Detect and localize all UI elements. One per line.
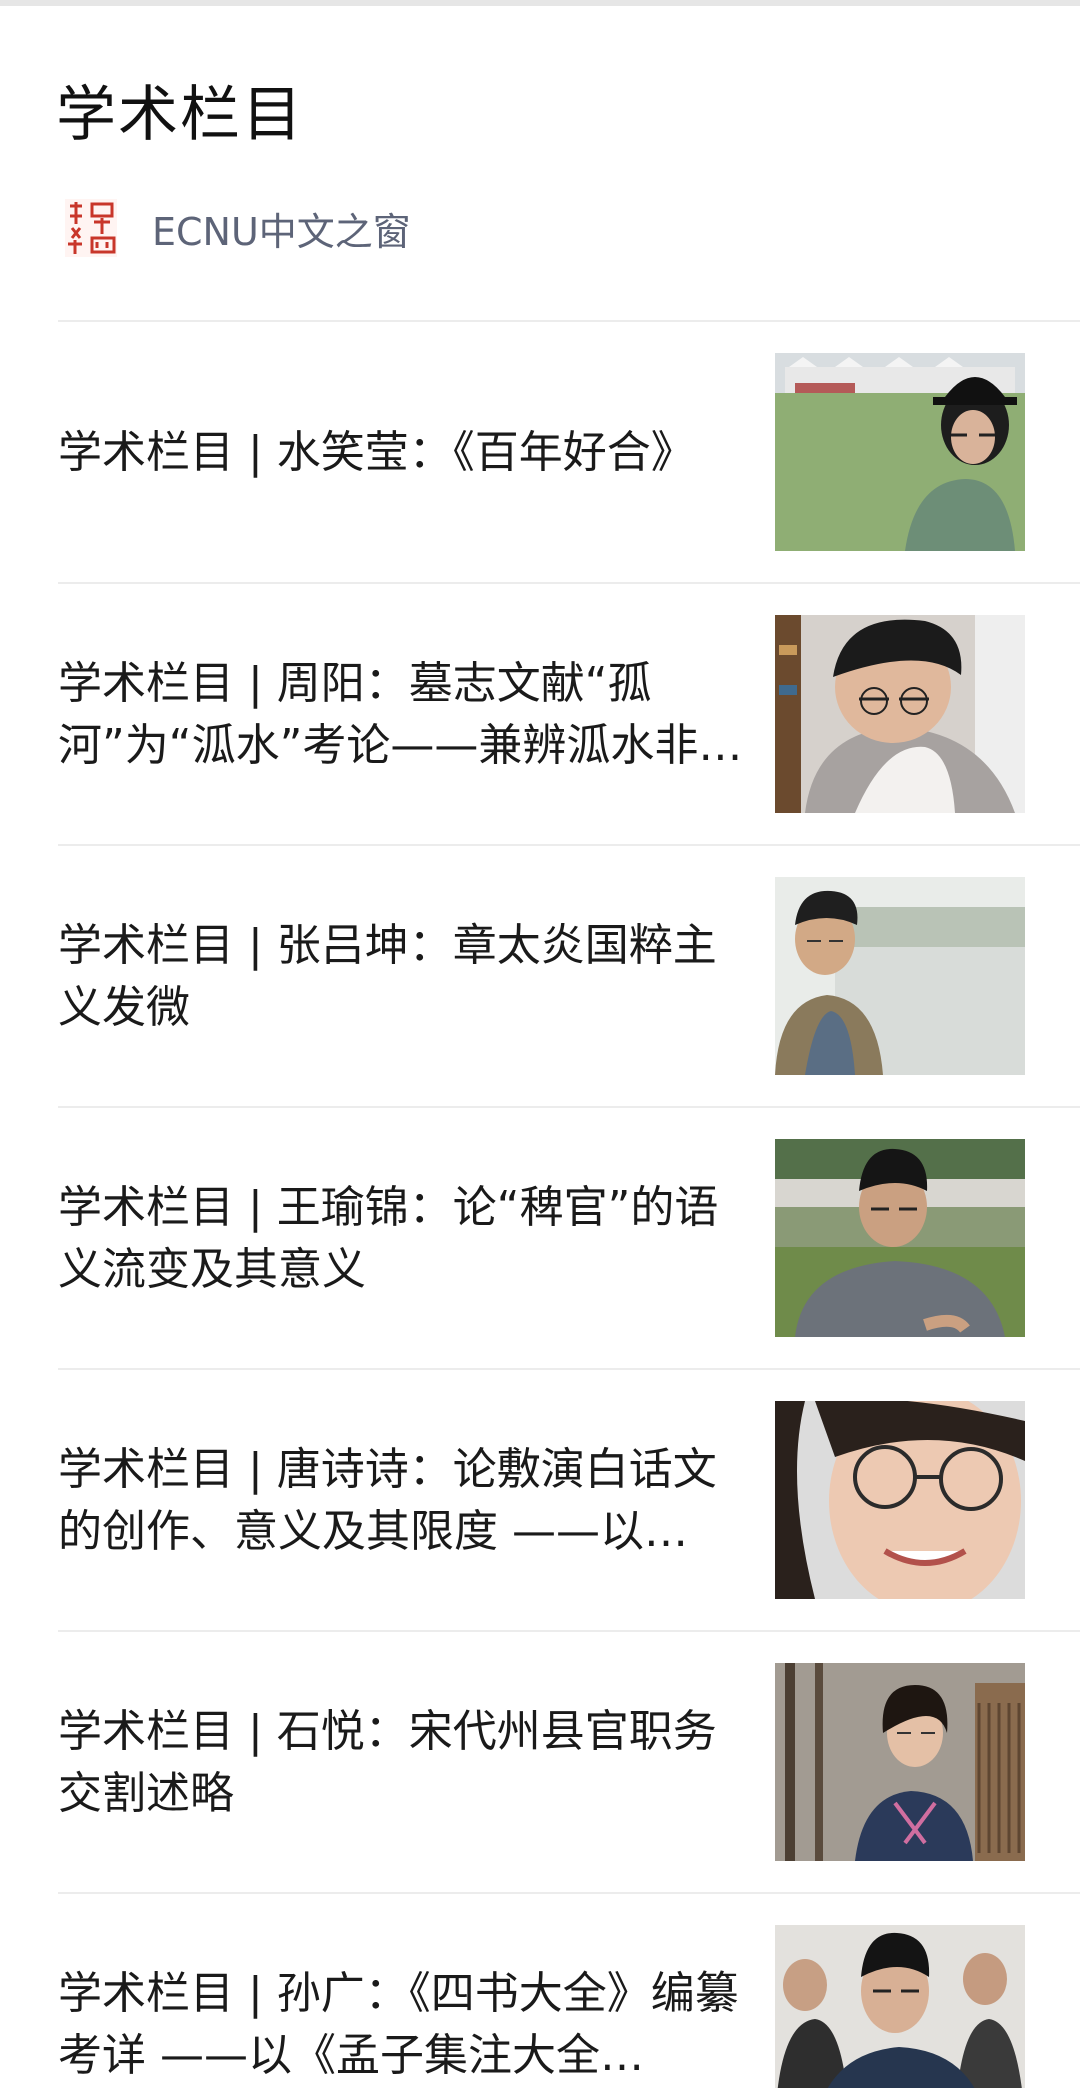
young-man-with-glasses-looking-down-photo [775,615,1025,813]
top-edge [0,0,1080,6]
article-item[interactable]: 学术栏目 | 孙广：《四书大全》编纂考详 ——以《孟子集注大全… [58,1892,1080,2088]
woman-among-trees-photo [775,1663,1025,1861]
article-title: 学术栏目 | 唐诗诗：论敷演白话文的创作、意义及其限度 ——以… [58,1444,717,1557]
article-thumbnail [775,1401,1025,1599]
young-man-in-grey-tshirt-photo [775,1139,1025,1337]
article-item[interactable]: 学术栏目 | 王瑜锦：论“稗官”的语义流变及其意义 [58,1106,1080,1368]
article-title: 学术栏目 | 孙广：《四书大全》编纂考详 ——以《孟子集注大全… [58,1968,739,2081]
seal-logo-icon [65,199,117,257]
page-title: 学术栏目 [56,80,304,150]
article-title: 学术栏目 | 周阳：墓志文献“孤河”为“泒水”考论——兼辨泒水非滹… [58,658,699,771]
smiling-woman-with-glasses-photo [775,1401,1025,1599]
article-title: 学术栏目 | 张吕坤：章太炎国粹主义发微 [58,920,717,1033]
article-thumbnail [775,615,1025,813]
article-thumbnail [775,1139,1025,1337]
article-list: 学术栏目 | 水笑莹：《百年好合》 学术栏目 | 周阳：墓志文献“孤河”为“泒水… [58,320,1080,2088]
article-item[interactable]: 学术栏目 | 石悦：宋代州县官职务交割述略 [58,1630,1080,1892]
article-item[interactable]: 学术栏目 | 水笑莹：《百年好合》 [58,320,1080,582]
article-thumbnail [775,1663,1025,1861]
account-row[interactable]: ECNU中文之窗 [64,196,411,260]
young-man-in-suit-photo [775,1925,1025,2088]
article-title: 学术栏目 | 水笑莹：《百年好合》 [58,427,695,478]
article-title: 学术栏目 | 王瑜锦：论“稗官”的语义流变及其意义 [58,1182,719,1295]
article-item[interactable]: 学术栏目 | 唐诗诗：论敷演白话文的创作、意义及其限度 ——以… [58,1368,1080,1630]
article-thumbnail [775,1925,1025,2088]
account-name: ECNU中文之窗 [152,209,411,254]
article-item[interactable]: 学术栏目 | 周阳：墓志文献“孤河”为“泒水”考论——兼辨泒水非滹… [58,582,1080,844]
article-thumbnail [775,353,1025,551]
article-title: 学术栏目 | 石悦：宋代州县官职务交割述略 [58,1706,717,1819]
article-item[interactable]: 学术栏目 | 张吕坤：章太炎国粹主义发微 [58,844,1080,1106]
article-thumbnail [775,877,1025,1075]
woman-in-black-hat-on-lawn-photo [775,353,1025,551]
young-man-by-lake-photo [775,877,1025,1075]
